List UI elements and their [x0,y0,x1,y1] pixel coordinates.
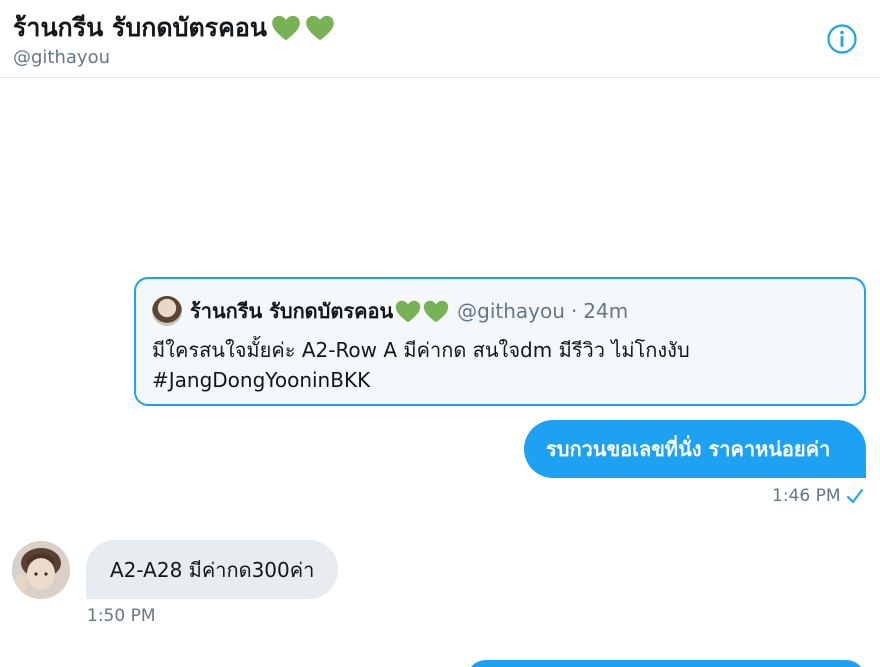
info-icon[interactable] [826,23,858,55]
green-heart-icon [395,300,421,322]
quoted-tweet-handle: @githayou [457,299,565,323]
incoming-message-bubble: A2-A28 มีค่ากด300ค่า [86,540,338,599]
message-timestamp: 1:50 PM [87,606,156,626]
quoted-tweet-header: ร้านกรีน รับกดบัตรคอน @githayou · 24m [152,295,628,327]
outgoing-message-bubble: รบกวนขอเลขที่นั่ง ราคาหน่อยค่า [524,420,866,478]
quoted-tweet-card[interactable]: ร้านกรีน รับกดบัตรคอน @githayou · 24m มี… [134,277,866,406]
meta-separator: · [570,299,578,323]
green-heart-icon [306,15,334,41]
conversation-title-text: ร้านกรีน รับกดบัตรคอน [13,13,267,42]
green-heart-icon [423,300,449,322]
conversation-title: ร้านกรีน รับกดบัตรคอน [13,8,335,48]
conversation-handle[interactable]: @githayou [13,47,110,68]
quoted-tweet-author: ร้านกรีน รับกดบัตรคอน [190,295,449,327]
outgoing-message-bubble-partial [466,660,866,667]
quoted-tweet-text: มีใครสนใจมั้ยค่ะ A2-Row A มีค่ากด สนใจdm… [152,335,842,395]
quoted-tweet-time: 24m [583,299,629,323]
quoted-tweet-author-name: ร้านกรีน รับกดบัตรคอน [190,299,394,323]
avatar [152,296,182,326]
avatar[interactable] [12,541,70,599]
hashtag-link[interactable]: #JangDongYooninBKK [152,365,842,395]
green-heart-icon [272,15,300,41]
sent-check-icon [846,489,863,503]
quoted-tweet-text-line: มีใครสนใจมั้ยค่ะ A2-Row A มีค่ากด สนใจdm… [152,338,690,362]
avatar-photo [12,541,70,599]
conversation-header: ร้านกรีน รับกดบัตรคอน @githayou [0,0,880,78]
outgoing-time: 1:46 PM [772,486,841,506]
message-timestamp: 1:46 PM [772,486,864,506]
